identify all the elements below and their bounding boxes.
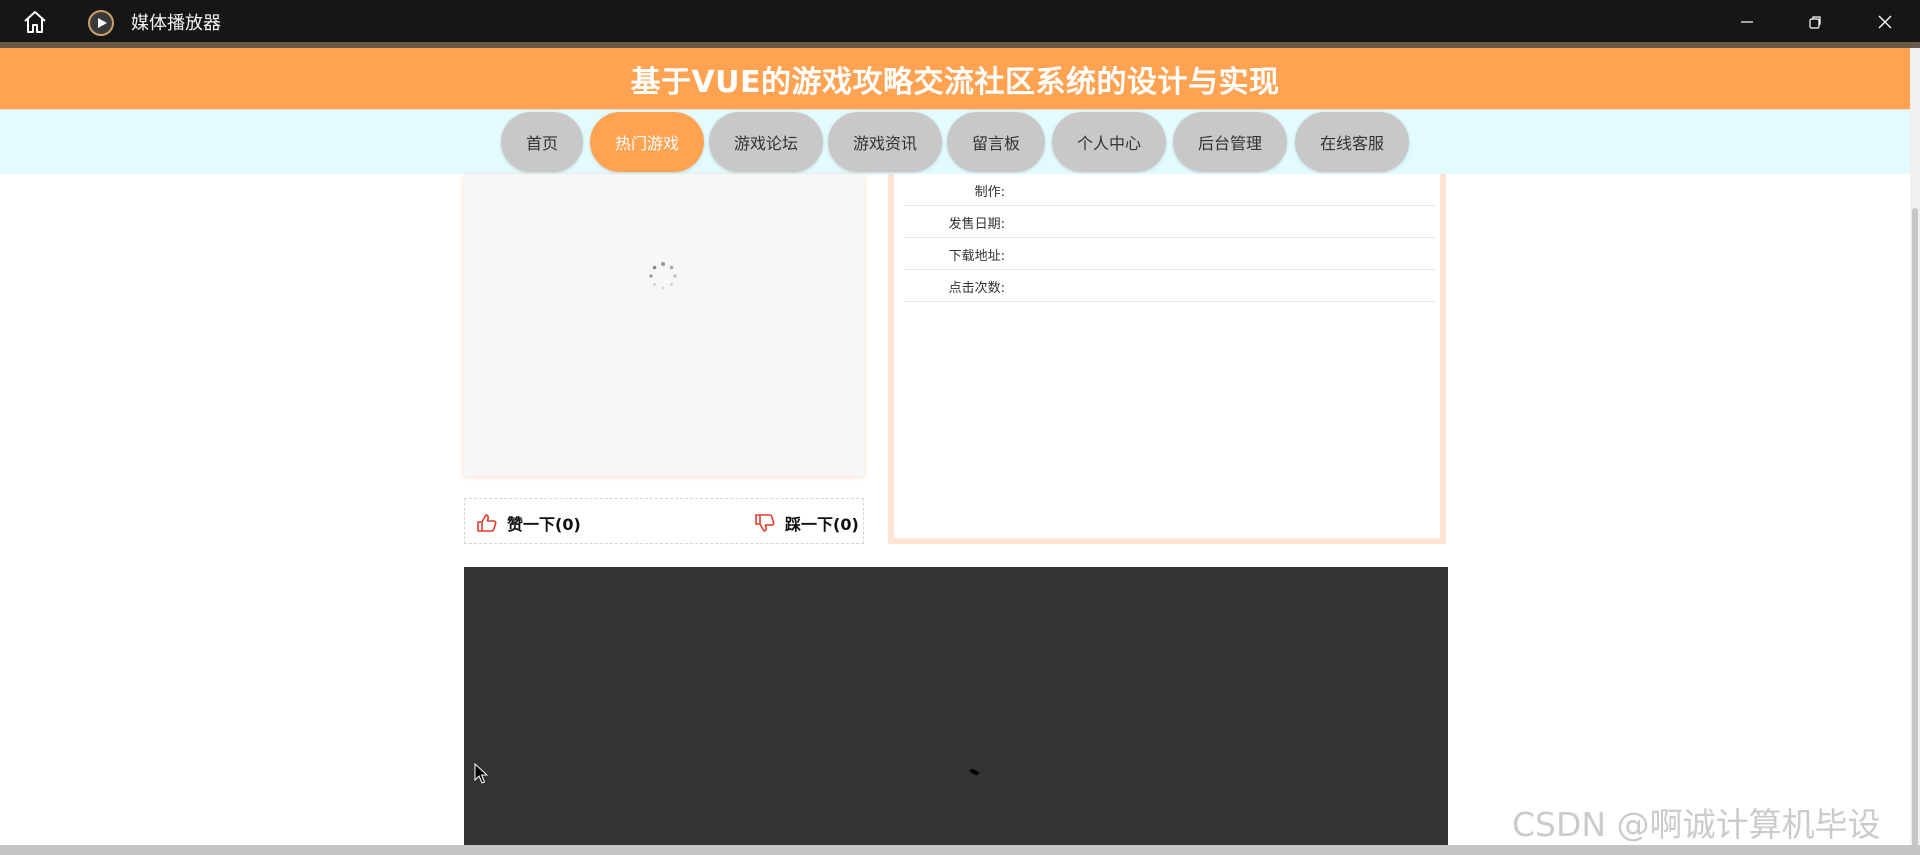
video-player[interactable] xyxy=(464,567,1448,855)
thumbs-up-icon xyxy=(477,514,497,532)
nav-item-game-news[interactable]: 游戏资讯 xyxy=(828,112,942,172)
info-row-producer: 制作: xyxy=(905,174,1435,206)
close-icon[interactable] xyxy=(1850,0,1920,43)
window-titlebar: 媒体播放器 xyxy=(0,0,1920,43)
info-label: 点击次数: xyxy=(948,281,1005,296)
site-title: 基于VUE的游戏攻略交流社区系统的设计与实现 xyxy=(630,64,1280,100)
site-header: 基于VUE的游戏攻略交流社区系统的设计与实现 xyxy=(0,48,1910,109)
watermark-text: CSDN @啊诚计算机毕设 xyxy=(1512,805,1881,844)
dislike-button[interactable]: 踩一下(0) xyxy=(755,511,859,535)
restore-icon[interactable] xyxy=(1780,0,1850,43)
nav-item-online-service[interactable]: 在线客服 xyxy=(1295,112,1409,172)
info-label: 发售日期: xyxy=(948,217,1005,232)
info-row-click-count: 点击次数: xyxy=(905,270,1435,302)
info-row-release-date: 发售日期: xyxy=(905,206,1435,238)
nav-item-home[interactable]: 首页 xyxy=(501,112,583,172)
like-button[interactable]: 赞一下(0) xyxy=(477,511,581,535)
nav-item-personal-center[interactable]: 个人中心 xyxy=(1052,112,1166,172)
vote-bar: 赞一下(0) 踩一下(0) xyxy=(464,498,864,544)
minimize-icon[interactable] xyxy=(1712,0,1782,43)
mouse-cursor-icon xyxy=(474,762,489,785)
game-info-panel: 制作: 发售日期: 下载地址: 点击次数: xyxy=(888,174,1446,544)
nav-item-admin[interactable]: 后台管理 xyxy=(1173,112,1287,172)
dislike-label: 踩一下(0) xyxy=(785,515,859,534)
home-icon[interactable] xyxy=(22,10,48,34)
thumbs-down-icon xyxy=(755,514,775,532)
main-nav: 首页 热门游戏 游戏论坛 游戏资讯 留言板 个人中心 后台管理 在线客服 xyxy=(0,110,1910,174)
info-row-download-url: 下载地址: xyxy=(905,238,1435,270)
bottom-strip xyxy=(0,845,1920,855)
nav-item-hot-games[interactable]: 热门游戏 xyxy=(590,112,704,172)
page-scrollbar[interactable] xyxy=(1910,48,1920,848)
video-loading-indicator xyxy=(969,768,980,776)
scrollbar-thumb[interactable] xyxy=(1912,208,1918,848)
nav-item-message-board[interactable]: 留言板 xyxy=(947,112,1045,172)
game-image-panel xyxy=(464,174,864,476)
like-label: 赞一下(0) xyxy=(507,515,581,534)
info-label: 制作: xyxy=(974,185,1005,200)
loading-spinner-icon xyxy=(648,261,678,291)
info-label: 下载地址: xyxy=(948,249,1005,264)
media-player-icon xyxy=(88,10,114,36)
nav-item-game-forum[interactable]: 游戏论坛 xyxy=(709,112,823,172)
window-title: 媒体播放器 xyxy=(131,13,221,34)
